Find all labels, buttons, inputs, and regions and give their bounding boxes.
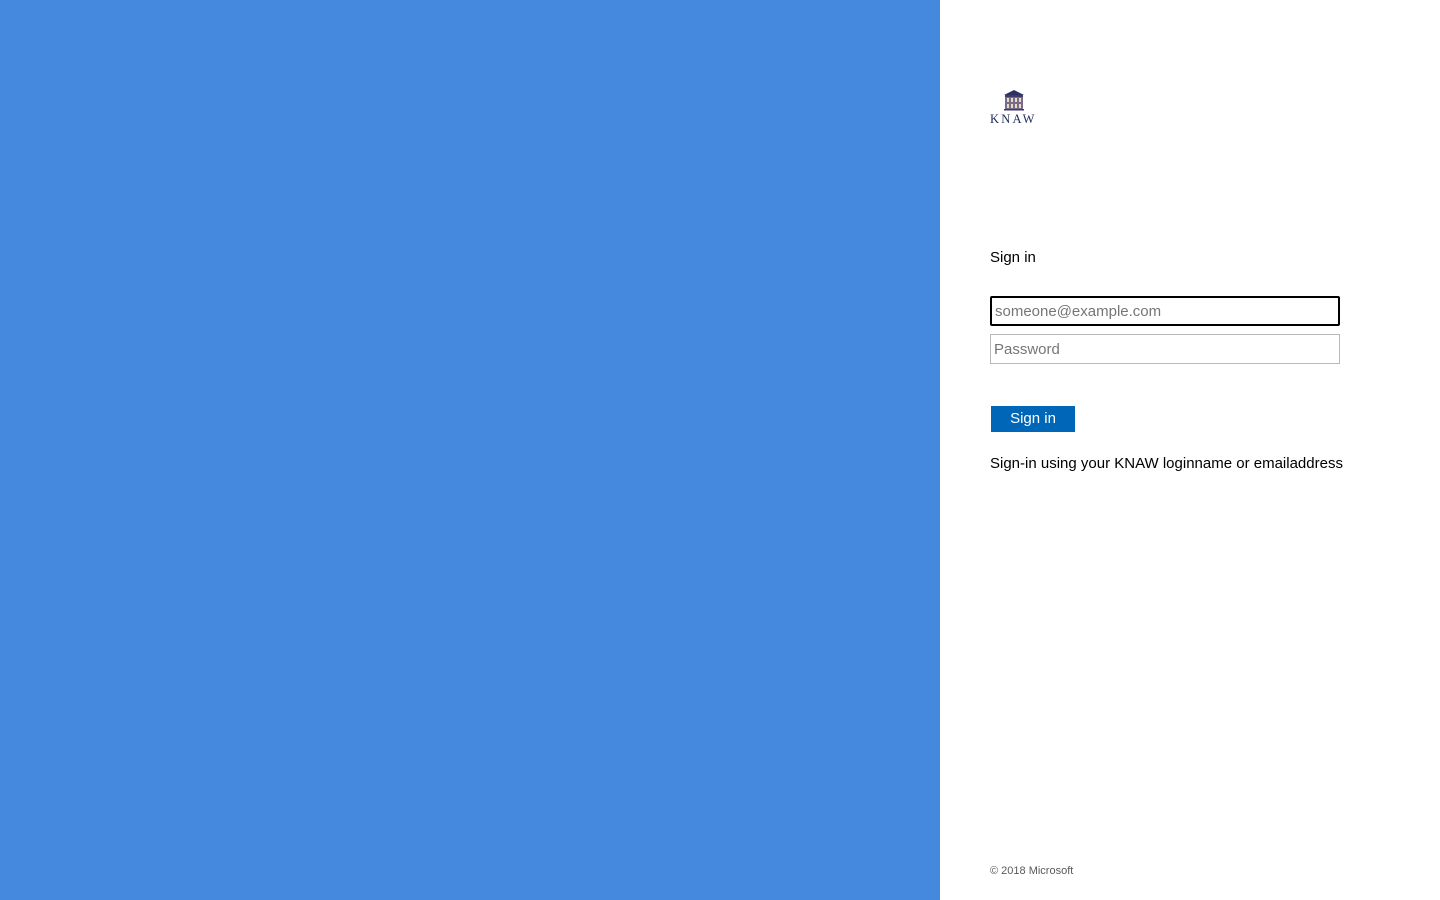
background-illustration bbox=[0, 0, 940, 900]
company-logo: KNAW bbox=[990, 89, 1039, 127]
password-input[interactable] bbox=[990, 334, 1340, 364]
intro-text: Sign-in using your KNAW loginname or ema… bbox=[990, 455, 1343, 472]
logo-text: KNAW bbox=[990, 112, 1037, 126]
username-input[interactable] bbox=[990, 296, 1340, 326]
building-icon bbox=[1004, 90, 1024, 111]
page-title: Sign in bbox=[990, 249, 1036, 266]
sign-in-page: KNAW Sign in Sign in Sign-in using your … bbox=[0, 0, 1440, 900]
copyright-text: © 2018 Microsoft bbox=[990, 865, 1074, 877]
sign-in-panel: KNAW Sign in Sign in Sign-in using your … bbox=[940, 0, 1440, 900]
sign-in-button[interactable]: Sign in bbox=[991, 406, 1075, 432]
